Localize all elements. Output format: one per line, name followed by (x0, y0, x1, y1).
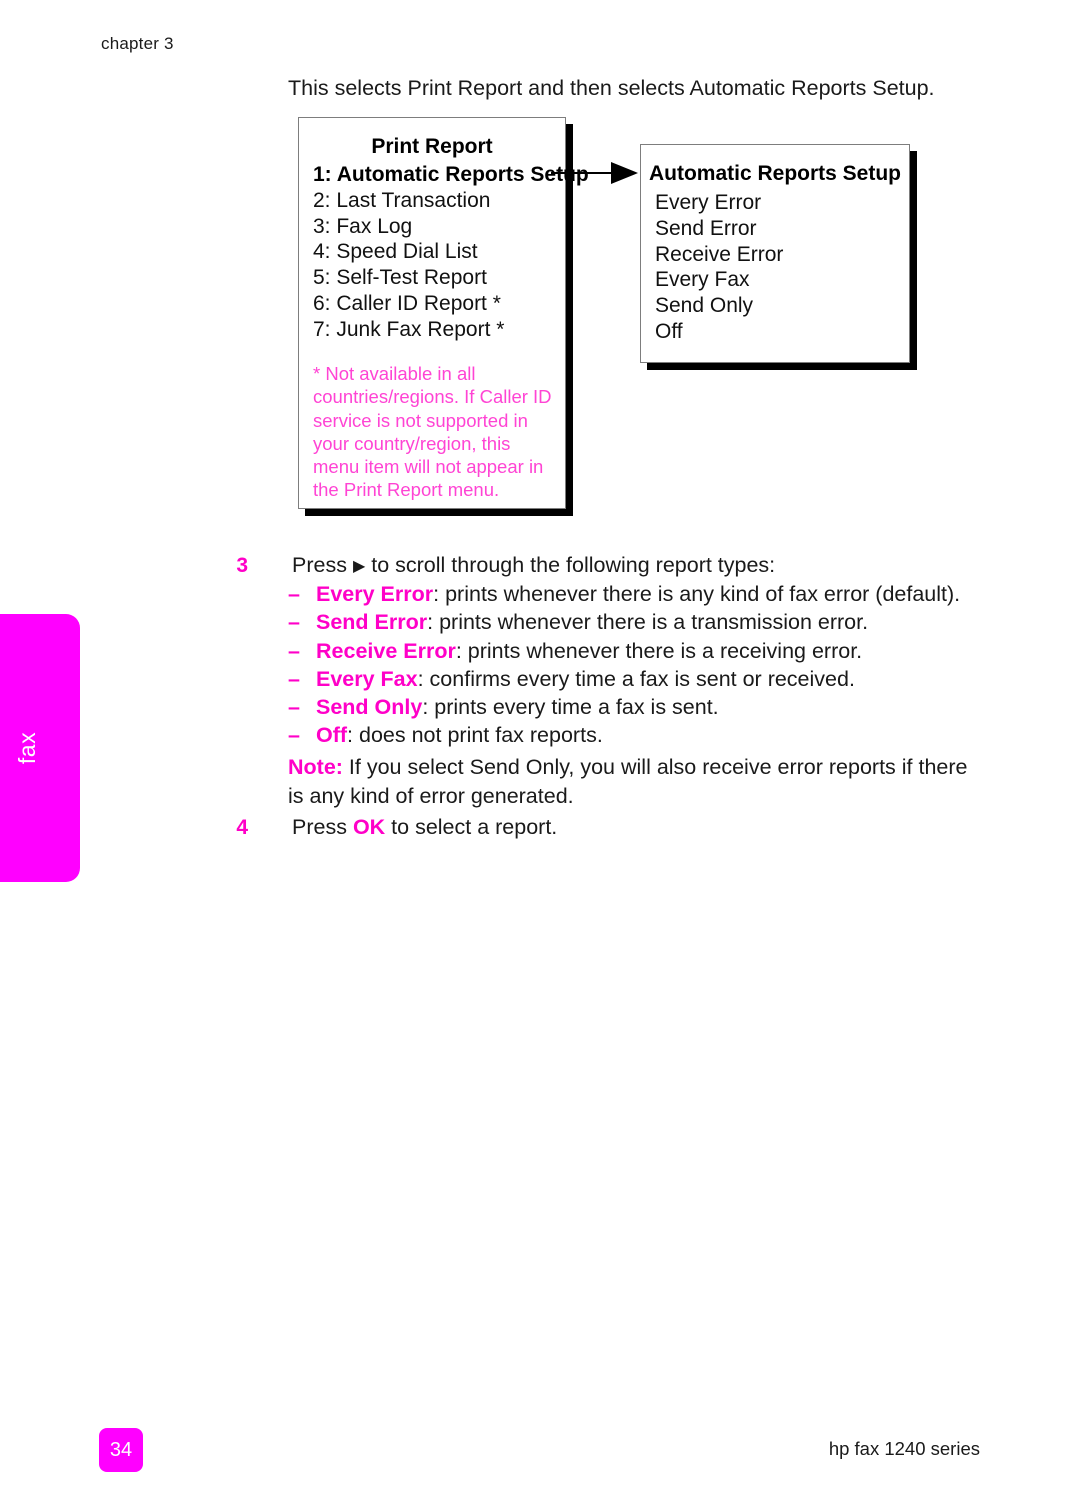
fax-section-tab-label: fax (13, 731, 40, 765)
arrow-right-icon (611, 162, 638, 184)
automatic-reports-setup-list: Every Error Send Error Receive Error Eve… (641, 187, 909, 345)
menu-item-self-test-report[interactable]: 5: Self-Test Report (313, 265, 565, 291)
step-3-text: Press ▶ to scroll through the following … (248, 551, 775, 581)
report-type-desc: : prints every time a fax is sent. (422, 695, 719, 720)
print-report-menu-title: Print Report (371, 135, 493, 158)
report-type-row-every-error: – Every Error: prints whenever there is … (288, 580, 1048, 608)
step-4-text-after: to select a report. (385, 815, 558, 839)
report-type-desc: : does not print fax reports. (347, 723, 603, 748)
bullet-dash: – (288, 610, 300, 635)
report-type-row-send-error: – Send Error: prints whenever there is a… (288, 608, 1048, 636)
report-type-row-off: – Off: does not print fax reports. (288, 721, 1048, 749)
report-type-term: Send Only (316, 695, 423, 720)
page-number-badge: 34 (99, 1428, 143, 1472)
report-type-term: Receive Error (316, 638, 456, 663)
report-option-every-fax[interactable]: Every Fax (655, 267, 909, 293)
note-label: Note: (288, 755, 343, 779)
report-type-desc: : confirms every time a fax is sent or r… (417, 666, 855, 691)
report-type-desc: : prints whenever there is a receiving e… (455, 638, 863, 663)
automatic-reports-setup-box: Automatic Reports Setup Every Error Send… (640, 144, 910, 363)
report-type-desc: : prints whenever there is any kind of f… (433, 582, 961, 606)
report-option-send-error[interactable]: Send Error (655, 216, 909, 242)
footer-product-name: hp fax 1240 series (828, 1438, 980, 1459)
menu-item-caller-id-report[interactable]: 6: Caller ID Report * (313, 291, 565, 317)
menu-item-fax-log[interactable]: 3: Fax Log (313, 214, 565, 240)
fax-section-tab: fax (0, 614, 80, 882)
report-option-send-only[interactable]: Send Only (655, 293, 909, 319)
ok-key-label: OK (352, 815, 386, 839)
intro-paragraph: This selects Print Report and then selec… (288, 76, 935, 100)
report-types-list: – Every Error: prints whenever there is … (288, 580, 1048, 750)
report-type-term: Send Error (316, 610, 428, 635)
report-option-every-error[interactable]: Every Error (655, 190, 909, 216)
menu-item-last-transaction[interactable]: 2: Last Transaction (313, 188, 565, 214)
report-type-term: Off (316, 723, 348, 748)
report-type-row-every-fax: – Every Fax: confirms every time a fax i… (288, 665, 1048, 693)
step-4-number: 4 (236, 816, 248, 839)
report-option-off[interactable]: Off (655, 319, 909, 345)
step-3-text-after: to scroll through the following report t… (365, 553, 776, 577)
step-4-text-before: Press (292, 815, 353, 839)
step-4: 4 Press OK to select a report. (208, 813, 1028, 842)
report-type-term: Every Error (316, 582, 434, 606)
menu-item-speed-dial-list[interactable]: 4: Speed Dial List (313, 239, 565, 265)
step-3-text-before: Press (292, 553, 353, 577)
print-report-menu-box: Print Report 1: Automatic Reports Setup … (298, 117, 589, 509)
automatic-reports-setup-title: Automatic Reports Setup (648, 162, 902, 185)
scroll-right-arrow-icon: ▶ (352, 558, 366, 575)
menu-item-automatic-reports-setup[interactable]: 1: Automatic Reports Setup (313, 162, 589, 188)
note-block: Note: If you select Send Only, you will … (288, 753, 988, 811)
note-text: If you select Send Only, you will also r… (288, 755, 968, 808)
menu-item-junk-fax-report[interactable]: 7: Junk Fax Report * (313, 317, 565, 343)
step-4-text: Press OK to select a report. (248, 813, 557, 842)
bullet-dash: – (288, 638, 300, 663)
report-type-desc: : prints whenever there is a transmissio… (427, 610, 869, 635)
bullet-dash: – (288, 695, 300, 720)
bullet-dash: – (288, 723, 300, 748)
print-report-footnote: * Not available in all countries/regions… (313, 363, 552, 501)
bullet-dash: – (288, 666, 300, 691)
step-3: 3 Press ▶ to scroll through the followin… (208, 551, 1028, 581)
report-option-receive-error[interactable]: Receive Error (655, 242, 909, 268)
report-type-row-send-only: – Send Only: prints every time a fax is … (288, 693, 1048, 721)
report-type-row-receive-error: – Receive Error: prints whenever there i… (288, 637, 1048, 665)
step-3-number: 3 (236, 554, 248, 577)
report-type-term: Every Fax (316, 666, 418, 691)
chapter-running-head: chapter 3 (101, 34, 174, 53)
bullet-dash: – (288, 582, 300, 606)
print-report-menu-list: 1: Automatic Reports Setup 2: Last Trans… (299, 160, 589, 343)
